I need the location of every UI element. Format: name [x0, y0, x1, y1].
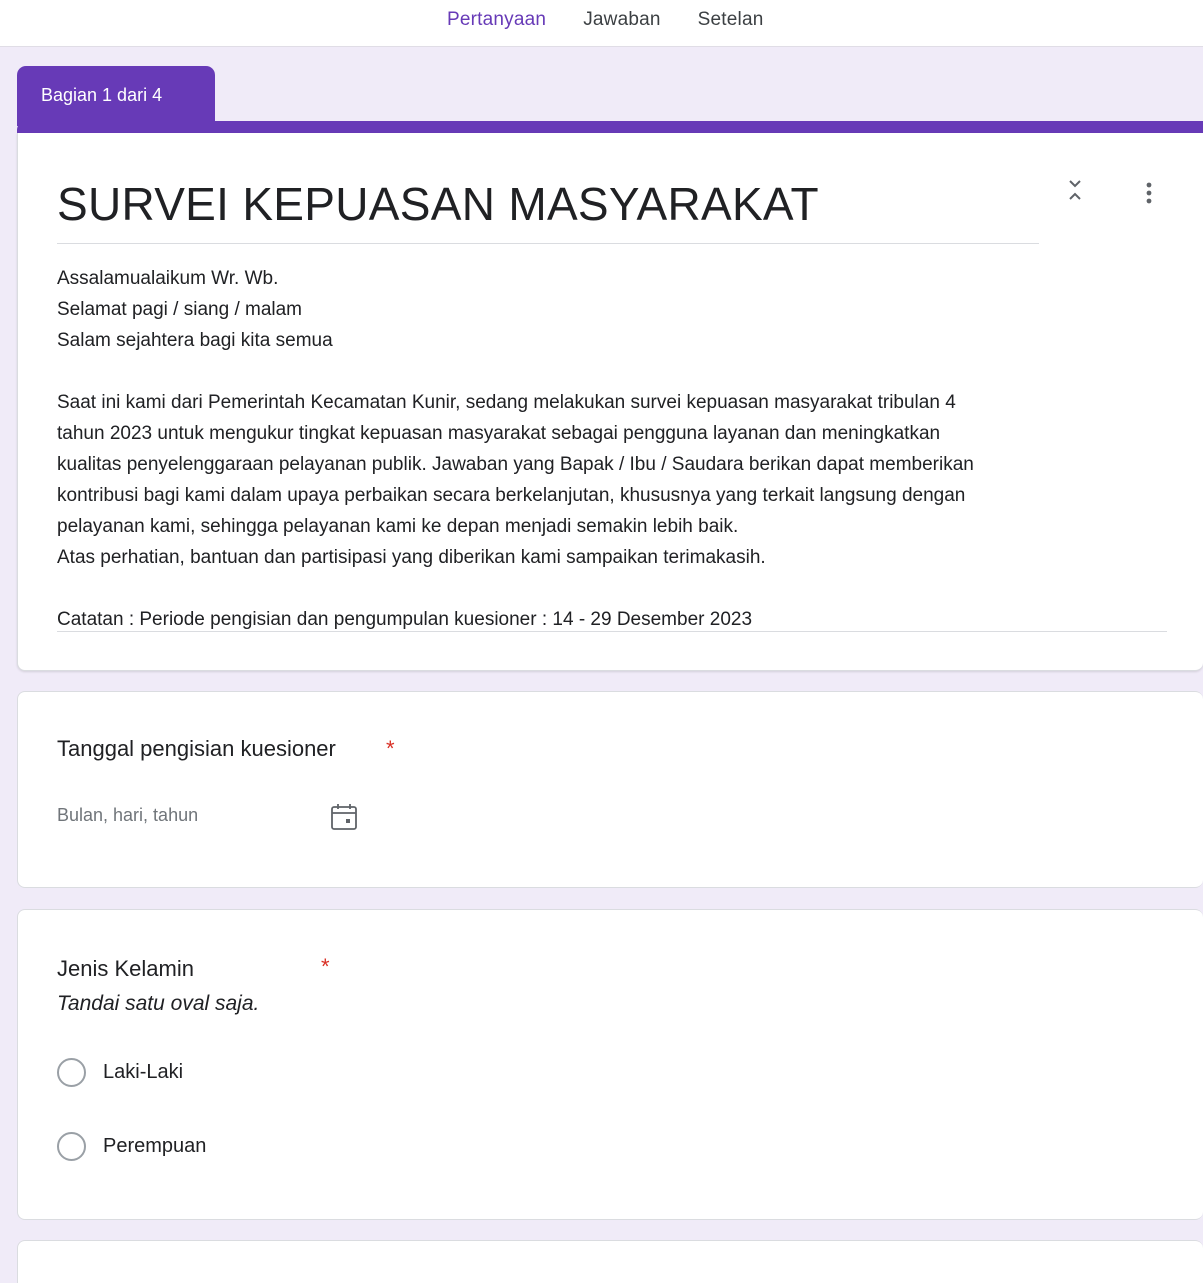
greeting-line: Selamat pagi / siang / malam: [57, 299, 303, 320]
top-nav-bar: Pertanyaan Jawaban Setelan: [0, 0, 1203, 47]
section-indicator: Bagian 1 dari 4: [17, 66, 215, 126]
body-line: kontribusi bagi kami dalam upaya perbaik…: [57, 485, 966, 506]
greeting-line: Salam sejahtera bagi kita semua: [57, 330, 333, 351]
body-line: tahun 2023 untuk mengukur tingkat kepuas…: [57, 423, 941, 444]
radio-button[interactable]: [57, 1132, 86, 1161]
required-mark: *: [321, 954, 330, 979]
form-header-card: SURVEI KEPUASAN MASYARAKAT Assalamualaik…: [17, 133, 1203, 671]
title-underline: [57, 243, 1039, 244]
radio-option-perempuan[interactable]: Perempuan: [57, 1132, 206, 1161]
body-line: kualitas penyelenggaraan pelayanan publi…: [57, 454, 974, 475]
question-title: Tanggal pengisian kuesioner: [57, 736, 336, 761]
required-mark: *: [386, 736, 395, 761]
question-card-gender: Jenis Kelamin * Tandai satu oval saja. L…: [17, 909, 1203, 1220]
option-label: Laki-Laki: [103, 1061, 184, 1083]
question-card-next: [17, 1240, 1203, 1283]
collapse-icon[interactable]: [1067, 177, 1083, 209]
tab-setelan[interactable]: Setelan: [698, 9, 764, 31]
nav-tabs: Pertanyaan Jawaban Setelan: [447, 9, 801, 31]
more-vert-icon[interactable]: [1139, 179, 1159, 209]
tab-jawaban[interactable]: Jawaban: [583, 9, 660, 31]
question-title: Jenis Kelamin: [57, 956, 194, 981]
question-card-date: Tanggal pengisian kuesioner * Bulan, har…: [17, 691, 1203, 888]
date-input[interactable]: Bulan, hari, tahun: [57, 805, 198, 826]
option-label: Perempuan: [103, 1135, 207, 1157]
radio-button[interactable]: [57, 1058, 86, 1087]
calendar-icon[interactable]: [329, 802, 359, 832]
tab-pertanyaan[interactable]: Pertanyaan: [447, 9, 546, 31]
body-line: Atas perhatian, bantuan dan partisipasi …: [57, 547, 766, 568]
description-underline: [57, 631, 1167, 632]
question-helper-text: Tandai satu oval saja.: [57, 992, 260, 1015]
body-line: pelayanan kami, sehingga pelayanan kami …: [57, 516, 739, 537]
form-title[interactable]: SURVEI KEPUASAN MASYARAKAT: [57, 177, 819, 231]
body-line: Saat ini kami dari Pemerintah Kecamatan …: [57, 392, 956, 413]
greeting-line: Assalamualaikum Wr. Wb.: [57, 268, 279, 289]
form-description[interactable]: Assalamualaikum Wr. Wb. Selamat pagi / s…: [57, 263, 1157, 635]
radio-option-laki-laki[interactable]: Laki-Laki: [57, 1058, 183, 1087]
